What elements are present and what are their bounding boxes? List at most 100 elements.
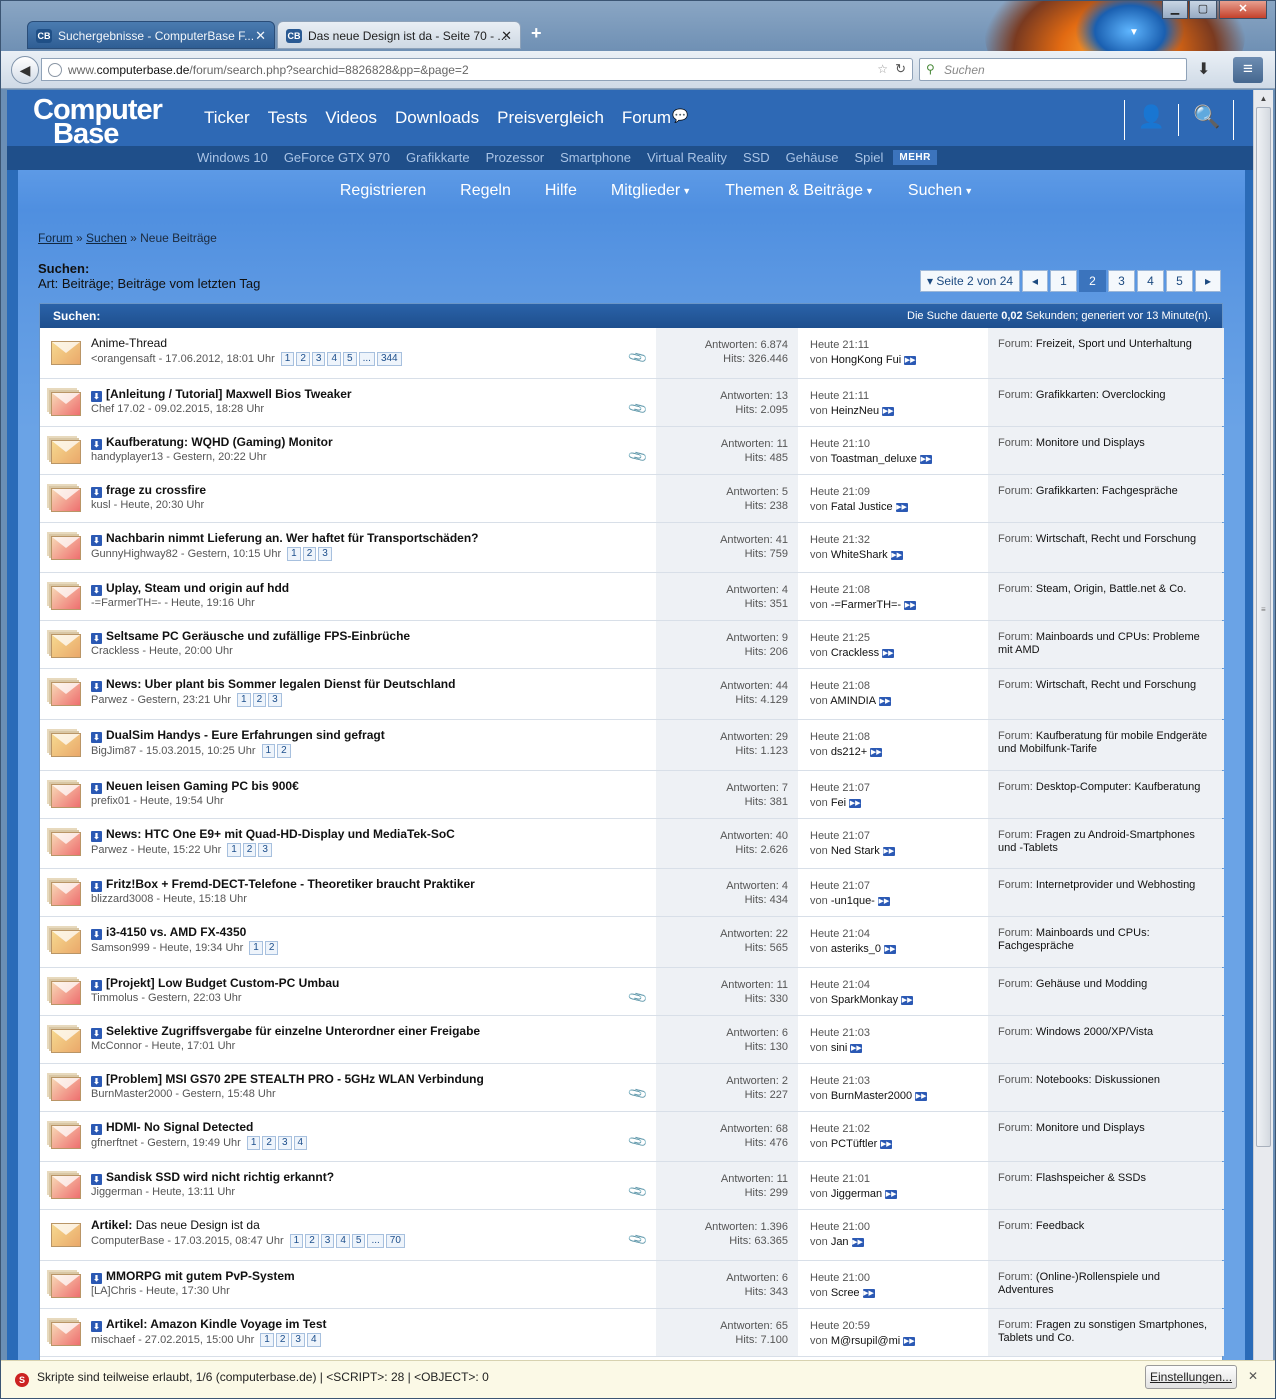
thread-title[interactable]: ⬇ Nachbarin nimmt Lieferung an. Wer hafte… <box>91 531 479 546</box>
go-to-last-post-icon[interactable]: ▶▶ <box>901 995 914 1005</box>
forum-link[interactable]: Notebooks: Diskussionen <box>1036 1074 1160 1086</box>
first-unread-icon[interactable]: ⬇ <box>91 391 102 402</box>
first-unread-icon[interactable]: ⬇ <box>91 585 102 596</box>
thread-page-link[interactable]: 1 <box>237 693 251 707</box>
thread-title[interactable]: ⬇ Seltsame PC Geräusche und zufällige FPS… <box>91 629 410 644</box>
bookmark-star-icon[interactable]: ☆ <box>877 62 888 76</box>
thread-title[interactable]: Anime-Thread <box>91 336 167 350</box>
first-unread-icon[interactable]: ⬇ <box>91 487 102 498</box>
last-post-user[interactable]: Scree <box>831 1287 860 1299</box>
vertical-scrollbar[interactable]: ▲ ≡ <box>1253 90 1273 1360</box>
thread-page-link[interactable]: 2 <box>264 941 279 955</box>
back-button[interactable]: ◀ <box>11 56 39 84</box>
thread-page-link[interactable]: 2 <box>277 744 291 758</box>
last-post-user[interactable]: Ned Stark <box>831 845 880 857</box>
url-bar[interactable]: www.computerbase.de/forum/search.php?sea… <box>41 58 913 81</box>
go-to-last-post-icon[interactable]: ▶▶ <box>850 1043 863 1053</box>
close-notification-icon[interactable]: ✕ <box>1248 1369 1258 1383</box>
go-to-last-post-icon[interactable]: ▶▶ <box>879 696 892 706</box>
first-unread-icon[interactable]: ⬇ <box>91 1273 102 1284</box>
thread-title[interactable]: ⬇ News: Uber plant bis Sommer legalen Die… <box>91 677 455 692</box>
first-unread-icon[interactable]: ⬇ <box>91 439 102 450</box>
thread-page-link[interactable]: 2 <box>275 1333 290 1347</box>
go-to-last-post-icon[interactable]: ▶▶ <box>882 648 895 658</box>
tab-new-design[interactable]: CB Das neue Design ist da - Seite 70 - .… <box>277 21 521 49</box>
close-window-button[interactable]: ✕ <box>1219 1 1267 19</box>
thread-title[interactable]: ⬇ MMORPG mit gutem PvP-System <box>91 1269 295 1284</box>
go-to-last-post-icon[interactable]: ▶▶ <box>895 502 908 512</box>
thread-page-link[interactable]: 4 <box>327 352 342 366</box>
thread-page-link[interactable]: 1 <box>246 1136 261 1150</box>
forum-link[interactable]: Wirtschaft, Recht und Forschung <box>1036 679 1196 691</box>
forum-link[interactable]: Windows 2000/XP/Vista <box>1036 1026 1153 1038</box>
forum-link[interactable]: Desktop-Computer: Kaufberatung <box>1036 781 1200 793</box>
thread-title[interactable]: Artikel: Das neue Design ist da <box>91 1218 260 1232</box>
topic-nav-item[interactable]: Grafikkarte <box>406 150 470 165</box>
thread-page-link[interactable]: 3 <box>318 547 332 561</box>
first-unread-icon[interactable]: ⬇ <box>91 980 102 991</box>
go-to-last-post-icon[interactable]: ▶▶ <box>862 1288 875 1298</box>
go-to-last-post-icon[interactable]: ▶▶ <box>870 747 883 757</box>
more-button[interactable]: MEHR <box>893 150 937 165</box>
last-post-user[interactable]: sini <box>831 1042 848 1054</box>
last-post-user[interactable]: PCTüftler <box>831 1138 877 1150</box>
thread-page-link[interactable]: 3 <box>268 693 282 707</box>
go-to-last-post-icon[interactable]: ▶▶ <box>849 798 862 808</box>
thread-page-link[interactable]: 5 <box>343 352 357 366</box>
first-unread-icon[interactable]: ⬇ <box>91 732 102 743</box>
prev-page-icon[interactable]: ◂ <box>1022 270 1048 292</box>
topic-nav-item[interactable]: Prozessor <box>486 150 545 165</box>
forum-link[interactable]: Freizeit, Sport und Unterhaltung <box>1036 338 1192 350</box>
tab-search-results[interactable]: CB Suchergebnisse - ComputerBase F... ✕ <box>27 21 275 49</box>
thread-title[interactable]: ⬇ Sandisk SSD wird nicht richtig erkannt? <box>91 1170 334 1185</box>
go-to-last-post-icon[interactable]: ▶▶ <box>885 1189 898 1199</box>
thread-title[interactable]: ⬇ Uplay, Steam und origin auf hdd <box>91 581 289 596</box>
forum-link[interactable]: Monitore und Displays <box>1036 437 1145 449</box>
thread-title[interactable]: ⬇ i3-4150 vs. AMD FX-4350 <box>91 925 246 940</box>
go-to-last-post-icon[interactable]: ▶▶ <box>882 846 895 856</box>
first-unread-icon[interactable]: ⬇ <box>91 831 102 842</box>
thread-title[interactable]: ⬇ DualSim Handys - Eure Erfahrungen sind … <box>91 728 385 743</box>
nav-tests[interactable]: Tests <box>268 108 308 128</box>
thread-title[interactable]: ⬇ [Problem] MSI GS70 2PE STEALTH PRO - 5G… <box>91 1072 484 1087</box>
last-post-user[interactable]: Fatal Justice <box>831 501 893 513</box>
topic-nav-item[interactable]: Smartphone <box>560 150 631 165</box>
first-unread-icon[interactable]: ⬇ <box>91 783 102 794</box>
last-post-user[interactable]: WhiteShark <box>831 549 888 561</box>
new-tab-button[interactable]: + <box>531 23 542 44</box>
thread-title[interactable]: ⬇ [Anleitung / Tutorial] Maxwell Bios Twe… <box>91 387 352 402</box>
first-unread-icon[interactable]: ⬇ <box>91 681 102 692</box>
forum-link[interactable]: Feedback <box>1036 1220 1084 1232</box>
thread-title[interactable]: ⬇ [Projekt] Low Budget Custom-PC Umbau <box>91 976 339 991</box>
thread-page-link[interactable]: 1 <box>287 547 301 561</box>
first-unread-icon[interactable]: ⬇ <box>91 1174 102 1185</box>
forum-nav-hilfe[interactable]: Hilfe <box>545 170 577 212</box>
nav-preisvergleich[interactable]: Preisvergleich <box>497 108 604 128</box>
thread-title[interactable]: ⬇ HDMI- No Signal Detected <box>91 1120 253 1135</box>
topic-nav-item[interactable]: Virtual Reality <box>647 150 727 165</box>
topic-nav-item[interactable]: GeForce GTX 970 <box>284 150 390 165</box>
last-post-user[interactable]: BurnMaster2000 <box>831 1090 912 1102</box>
close-tab-icon[interactable]: ✕ <box>255 22 266 48</box>
thread-title[interactable]: ⬇ frage zu crossfire <box>91 483 206 498</box>
page-select-dropdown[interactable]: ▾ Seite 2 von 24 <box>920 270 1020 292</box>
thread-page-link[interactable]: 1 <box>227 843 241 857</box>
thread-page-link[interactable]: 1 <box>261 744 276 758</box>
breadcrumb-forum[interactable]: Forum <box>38 231 73 245</box>
thread-page-link[interactable]: 3 <box>320 1234 335 1248</box>
first-unread-icon[interactable]: ⬇ <box>91 929 102 940</box>
forum-nav-themen[interactable]: Themen & Beiträge ▼ <box>725 170 874 212</box>
go-to-last-post-icon[interactable]: ▶▶ <box>903 1336 916 1346</box>
first-unread-icon[interactable]: ⬇ <box>91 1321 102 1332</box>
forum-link[interactable]: Grafikkarten: Overclocking <box>1036 389 1166 401</box>
go-to-last-post-icon[interactable]: ▶▶ <box>919 454 932 464</box>
search-engine-icon[interactable]: ⚲ <box>926 62 935 76</box>
forum-nav-registrieren[interactable]: Registrieren <box>340 170 426 212</box>
forum-nav-suchen[interactable]: Suchen ▼ <box>908 170 973 212</box>
settings-button[interactable]: Einstellungen... <box>1145 1365 1237 1389</box>
go-to-last-post-icon[interactable]: ▶▶ <box>877 896 890 906</box>
last-post-user[interactable]: HeinzNeu <box>831 405 879 417</box>
last-post-user[interactable]: -=FarmerTH=- <box>831 599 901 611</box>
thread-title[interactable]: ⬇ Kaufberatung: WQHD (Gaming) Monitor <box>91 435 333 450</box>
scroll-up-icon[interactable]: ▲ <box>1254 90 1273 107</box>
